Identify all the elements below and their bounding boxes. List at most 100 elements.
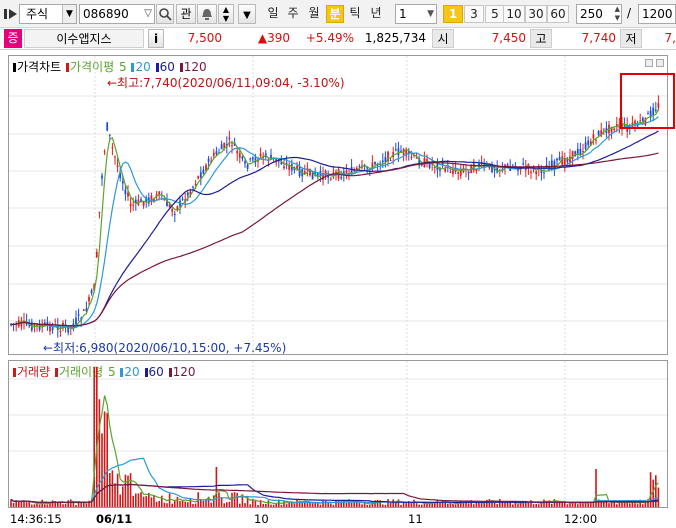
- volume-bar: [171, 503, 173, 507]
- candle-body: [251, 157, 254, 160]
- candle-body: [345, 170, 348, 174]
- volume-bar: [376, 499, 379, 507]
- candle-body: [197, 176, 200, 179]
- period-week[interactable]: 주: [284, 5, 302, 23]
- updown-stepper[interactable]: ▲ ▼: [218, 4, 234, 24]
- market-select[interactable]: 주식 ▼: [19, 4, 77, 24]
- low-label: 저: [620, 29, 642, 48]
- volume-bar: [293, 503, 296, 507]
- volume-bar: [145, 496, 147, 507]
- volume-bar: [119, 494, 121, 507]
- period-day[interactable]: 일: [264, 5, 282, 23]
- candle-body: [114, 156, 116, 158]
- candle-body: [592, 134, 595, 139]
- volume-bar: [642, 504, 644, 507]
- candle-body: [249, 158, 252, 160]
- candle-body: [238, 153, 241, 158]
- market-value: 주식: [26, 7, 49, 21]
- volume-bar: [421, 504, 423, 507]
- price-chart-panel[interactable]: 가격차트 가격이평 5 20 60 120 ←최고:7,740(2020/06/…: [8, 55, 675, 355]
- count-total-input[interactable]: 1200: [638, 4, 676, 24]
- volume-bar: [38, 504, 41, 507]
- volume-bar: [226, 502, 228, 507]
- volume-bar: [33, 504, 36, 507]
- open-value: 7,450: [491, 31, 526, 45]
- volume-bar: [577, 504, 579, 507]
- candle-body: [543, 172, 545, 174]
- period-month[interactable]: 월: [305, 5, 323, 23]
- candle-body: [121, 181, 124, 184]
- volume-bar: [192, 503, 194, 507]
- candle-body: [582, 151, 584, 153]
- chevron-down-icon[interactable]: ▼: [427, 5, 434, 23]
- candle-body: [124, 189, 127, 195]
- minute-10-button[interactable]: 10: [503, 5, 525, 23]
- volume-bar: [150, 497, 153, 507]
- candle-body: [522, 163, 525, 165]
- candle-body: [579, 148, 582, 155]
- count-stepper[interactable]: ▲ ▼: [615, 5, 620, 23]
- candle-body: [584, 142, 587, 149]
- candle-body: [129, 203, 132, 207]
- current-price: 7,500: [187, 31, 222, 45]
- open-label: 시: [432, 29, 454, 48]
- candle-body: [116, 165, 119, 167]
- period-minute[interactable]: 분: [326, 5, 344, 23]
- volume-bar: [475, 502, 478, 507]
- minute-5-button[interactable]: 5: [485, 5, 505, 23]
- volume-bar: [70, 499, 72, 507]
- volume-bar: [137, 493, 140, 507]
- x-tick-label: 12:00: [564, 512, 598, 526]
- minute-60-button[interactable]: 60: [547, 5, 569, 23]
- candle-body: [43, 322, 46, 324]
- chart-toolbar: 주식 ▼ 086890 ▽ 관 ▲ ▼ ▼ 일 주 월 분 틱 년 1 ▼ 1 3…: [0, 0, 676, 28]
- price-change-pct: +5.49%: [305, 31, 354, 45]
- candle-body: [192, 186, 194, 188]
- favorite-button[interactable]: 관: [176, 4, 196, 24]
- settings-button[interactable]: [197, 4, 217, 24]
- search-button[interactable]: [156, 4, 174, 24]
- volume-bar: [184, 501, 186, 507]
- chevron-down-icon[interactable]: ▽: [144, 5, 152, 23]
- minute-3-button[interactable]: 3: [464, 5, 484, 23]
- volume-bar: [579, 502, 582, 507]
- count-input[interactable]: 250 ▲ ▼: [576, 4, 622, 24]
- volume-bar: [447, 503, 449, 507]
- volume-bar: [582, 503, 584, 507]
- stock-name[interactable]: 이수앱지스: [24, 29, 144, 48]
- high-value: 7,740: [581, 31, 616, 45]
- chevron-down-icon[interactable]: ▼: [62, 5, 76, 23]
- candle-body: [530, 172, 532, 174]
- volume-bar: [124, 474, 127, 507]
- candle-body: [111, 147, 114, 149]
- volume-bar: [257, 504, 259, 507]
- period-tick[interactable]: 틱: [346, 5, 364, 23]
- info-button[interactable]: i: [148, 29, 164, 48]
- volume-bar: [291, 503, 293, 507]
- volume-bar: [10, 499, 12, 507]
- market-badge: 증: [4, 29, 22, 48]
- candle-body: [132, 204, 135, 206]
- stock-code-input[interactable]: 086890 ▽: [79, 4, 155, 24]
- volume-bar: [239, 503, 241, 507]
- volume-bar: [96, 367, 98, 507]
- volume-bar: [569, 503, 571, 507]
- volume-chart-panel[interactable]: 거래량 거래이평 5 20 60 120: [8, 360, 668, 508]
- candle-body: [602, 128, 605, 130]
- candle-body: [171, 209, 174, 212]
- link-arrow-icon[interactable]: [3, 6, 19, 22]
- period-year[interactable]: 년: [367, 5, 385, 23]
- highlight-box: [620, 73, 675, 129]
- minute-30-button[interactable]: 30: [525, 5, 547, 23]
- volume-bar: [228, 501, 231, 507]
- candle-body: [587, 140, 590, 145]
- minute-1-button[interactable]: 1: [443, 5, 463, 23]
- count-value: 250: [580, 7, 603, 21]
- volume-bar: [306, 503, 309, 507]
- candle-body: [202, 169, 205, 174]
- volume-bar: [127, 475, 129, 507]
- interval-select[interactable]: 1 ▼: [395, 4, 437, 24]
- volume-bar: [452, 503, 454, 507]
- more-button[interactable]: ▼: [238, 4, 256, 24]
- high-label: 고: [530, 29, 552, 48]
